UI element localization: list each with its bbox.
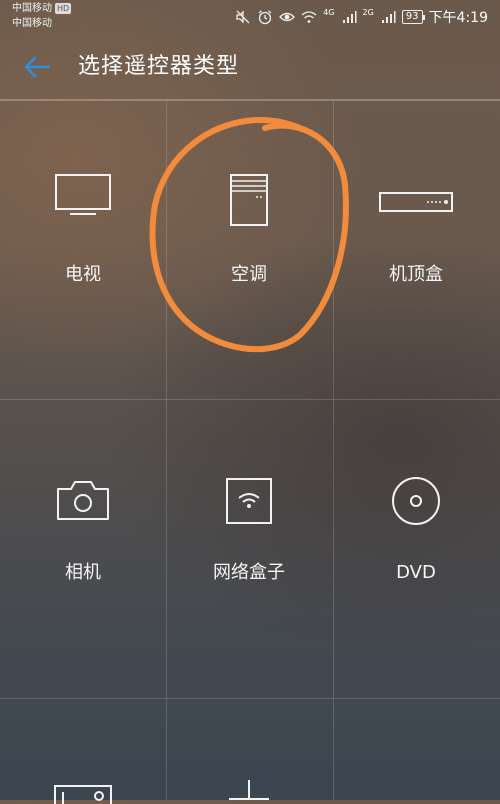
device-network-box[interactable]: 网络盒子: [166, 399, 332, 697]
app-bar: 选择遥控器类型: [0, 34, 500, 100]
device-label: DVD: [396, 562, 436, 583]
device-empty: [333, 698, 499, 800]
device-type-grid: 电视 空调 机顶盒 相机 网络盒子 DVD: [0, 101, 500, 804]
camera-icon: [57, 481, 109, 520]
back-arrow-icon[interactable]: [22, 52, 52, 82]
fan-icon: [229, 780, 269, 800]
set-top-box-icon: [379, 192, 453, 212]
network-type-2: 2G: [362, 7, 374, 17]
page-title: 选择遥控器类型: [78, 54, 240, 79]
tv-icon: [55, 174, 111, 215]
device-label: 机顶盒: [389, 264, 443, 285]
device-label: 相机: [65, 562, 101, 583]
alarm-icon: [258, 10, 272, 25]
signal-icon: [381, 11, 396, 23]
device-tv[interactable]: 电视: [0, 101, 166, 399]
device-fan[interactable]: [166, 698, 332, 800]
air-conditioner-icon: [230, 174, 268, 226]
hd-badge: HD: [55, 3, 72, 14]
battery-icon: 93: [401, 10, 425, 24]
disc-icon: [392, 477, 440, 525]
wifi-icon: [301, 11, 317, 23]
network-type-1: 4G: [323, 7, 335, 17]
signal-icon: [342, 11, 357, 23]
projector-icon: [54, 785, 112, 804]
status-icons: 4G 2G 93 下午4:19: [235, 7, 488, 27]
device-air-conditioner[interactable]: 空调: [166, 101, 332, 399]
carrier-label-1: 中国移动 HD: [12, 3, 72, 14]
carrier-label-2: 中国移动: [12, 18, 52, 29]
device-projector[interactable]: [0, 698, 166, 804]
device-label: 网络盒子: [213, 562, 285, 583]
status-bar: 中国移动 HD 中国移动 4G 2G 93 下午4:19: [0, 0, 500, 34]
mute-icon: [236, 10, 250, 24]
device-label: 电视: [65, 264, 101, 285]
clock: 下午4:19: [428, 10, 488, 26]
network-box-icon: [226, 478, 272, 524]
eye-icon: [279, 12, 296, 22]
device-dvd[interactable]: DVD: [333, 399, 499, 697]
device-set-top-box[interactable]: 机顶盒: [333, 101, 499, 399]
device-camera[interactable]: 相机: [0, 399, 166, 697]
device-label: 空调: [231, 264, 267, 285]
